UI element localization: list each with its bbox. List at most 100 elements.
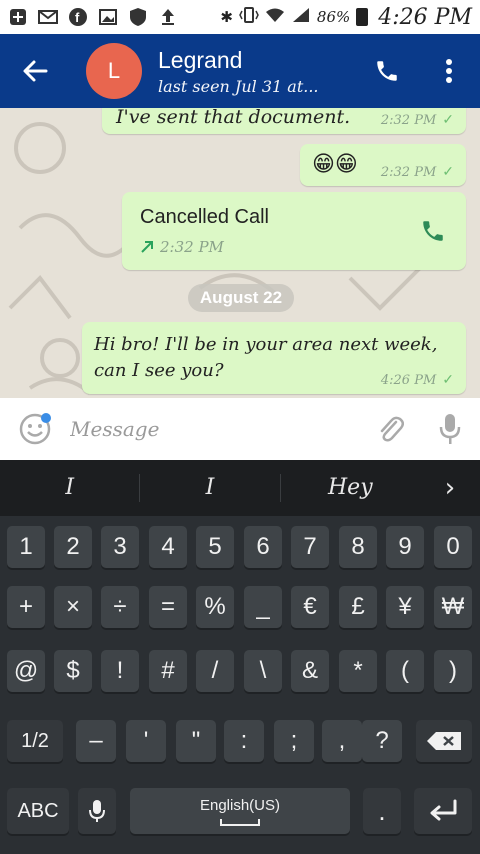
status-bar: f ✱ 86% 4:26 PM [0, 0, 480, 34]
key[interactable]: ₩ [434, 586, 472, 628]
call-meta: 2:32 PM [140, 238, 224, 256]
key[interactable]: ÷ [101, 586, 139, 628]
abc-key[interactable]: ABC [7, 788, 69, 834]
smiley-icon [19, 413, 51, 445]
wifi-icon [265, 7, 285, 27]
key[interactable]: 9 [386, 526, 424, 568]
key[interactable]: @ [7, 650, 45, 692]
key[interactable]: 0 [434, 526, 472, 568]
phone-icon [377, 61, 397, 81]
key[interactable]: , [322, 720, 362, 762]
suggestion[interactable]: Hey [281, 474, 420, 502]
enter-key[interactable] [414, 788, 472, 834]
key[interactable]: " [176, 720, 216, 762]
suggestion[interactable]: I [140, 474, 281, 502]
period-key[interactable]: . [363, 788, 401, 834]
emoji-button[interactable] [0, 398, 70, 460]
more-options-button[interactable] [418, 34, 480, 108]
key[interactable]: 6 [244, 526, 282, 568]
key[interactable]: # [149, 650, 187, 692]
key[interactable]: 4 [149, 526, 187, 568]
key[interactable]: € [291, 586, 329, 628]
message-input[interactable] [70, 409, 360, 449]
chevron-right-icon[interactable]: › [420, 473, 480, 503]
contact-info[interactable]: Legrand last seen Jul 31 at... [158, 47, 319, 96]
key[interactable]: ; [274, 720, 314, 762]
key[interactable]: £ [339, 586, 377, 628]
key[interactable]: * [339, 650, 377, 692]
key[interactable]: 1 [7, 526, 45, 568]
message-bubble-outgoing[interactable]: 😁😁 2:32 PM ✓ [300, 144, 466, 186]
space-bar[interactable]: English(US) [130, 788, 350, 834]
key[interactable]: 2 [54, 526, 92, 568]
key[interactable]: = [149, 586, 187, 628]
key[interactable]: \ [244, 650, 282, 692]
key[interactable]: ! [101, 650, 139, 692]
key[interactable]: $ [54, 650, 92, 692]
key[interactable]: & [291, 650, 329, 692]
key[interactable]: / [196, 650, 234, 692]
key[interactable]: _ [244, 586, 282, 628]
key[interactable]: 5 [196, 526, 234, 568]
key[interactable]: × [54, 586, 92, 628]
message-bubble-outgoing[interactable]: I've sent that document. 2:32 PM ✓ [102, 108, 466, 134]
message-bubble-outgoing[interactable]: Hi bro! I'll be in your area next week, … [82, 322, 466, 394]
gallery-icon [98, 8, 118, 26]
suggestion-strip: I I Hey › [0, 460, 480, 516]
call-status: Cancelled Call [140, 206, 269, 228]
last-seen-status: last seen Jul 31 at... [158, 76, 319, 96]
avatar[interactable]: L [86, 43, 142, 99]
page-toggle-key[interactable]: 1/2 [7, 720, 63, 762]
key[interactable]: % [196, 586, 234, 628]
key[interactable]: ) [434, 650, 472, 692]
key[interactable]: ' [126, 720, 166, 762]
mail-icon [38, 8, 58, 26]
enter-icon [430, 799, 457, 821]
keyboard: I I Hey › 1 2 3 4 5 6 7 8 9 0 + × ÷ = % … [0, 460, 480, 854]
period-icon: . [378, 795, 386, 826]
date-separator: August 22 [188, 284, 294, 312]
key[interactable]: 3 [101, 526, 139, 568]
outgoing-arrow-icon [141, 241, 153, 253]
message-meta: 2:32 PM ✓ [380, 164, 454, 180]
plus-icon [8, 8, 28, 26]
message-text: I've sent that document. [116, 108, 351, 128]
signal-icon [291, 7, 311, 27]
clock: 4:26 PM [378, 4, 472, 30]
shield-icon [128, 8, 148, 26]
microphone-icon [439, 414, 461, 444]
arrow-left-icon [23, 60, 48, 82]
voice-input-key[interactable] [78, 788, 116, 834]
key[interactable]: ¥ [386, 586, 424, 628]
attach-button[interactable] [360, 398, 420, 460]
paperclip-icon [380, 416, 404, 442]
more-vertical-icon [446, 59, 452, 83]
suggestion[interactable]: I [0, 474, 141, 502]
key[interactable]: 8 [339, 526, 377, 568]
microphone-icon [89, 800, 105, 822]
chat-header: L Legrand last seen Jul 31 at... [0, 34, 480, 108]
svg-text:f: f [75, 10, 80, 25]
back-button[interactable] [0, 34, 70, 108]
space-icon [220, 818, 260, 826]
bluetooth-icon: ✱ [220, 8, 233, 26]
key[interactable]: ? [362, 720, 402, 762]
message-list[interactable]: I've sent that document. 2:32 PM ✓ 😁😁 2:3… [0, 108, 480, 398]
key[interactable]: : [224, 720, 264, 762]
voice-call-button[interactable] [356, 34, 418, 108]
key[interactable]: ( [386, 650, 424, 692]
composer-bar [0, 398, 480, 460]
key[interactable]: + [7, 586, 45, 628]
battery-icon [356, 8, 369, 26]
key[interactable]: 7 [291, 526, 329, 568]
key[interactable]: – [76, 720, 116, 762]
phone-icon[interactable] [420, 218, 446, 248]
facebook-icon: f [68, 8, 88, 26]
backspace-icon [427, 732, 461, 750]
emoji-message: 😁😁 [312, 152, 358, 177]
message-meta: 4:26 PM ✓ [380, 372, 454, 388]
call-log-bubble[interactable]: Cancelled Call 2:32 PM [122, 192, 466, 270]
voice-message-button[interactable] [420, 398, 480, 460]
check-icon: ✓ [442, 372, 454, 388]
backspace-key[interactable] [416, 720, 472, 762]
